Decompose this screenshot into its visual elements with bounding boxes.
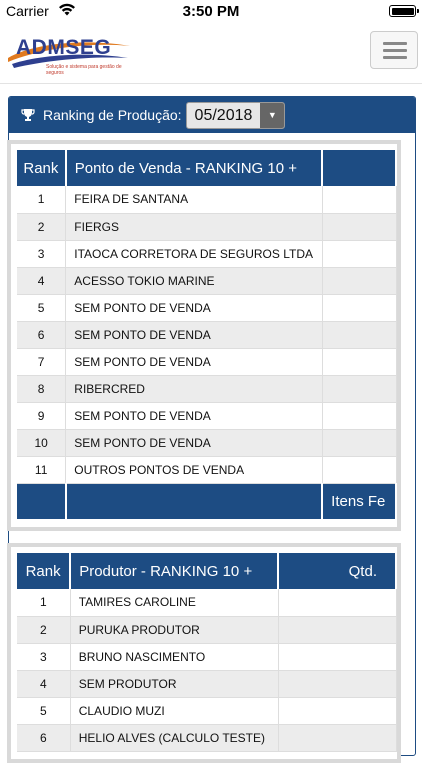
table-row[interactable]: 4 ACESSO TOKIO MARINE xyxy=(17,267,397,295)
name-cell: BRUNO NASCIMENTO xyxy=(70,643,279,671)
col-header-produtor[interactable]: Produtor - RANKING 10 + xyxy=(70,553,280,589)
panel-header: Ranking de Produção: 05/2018 ▼ xyxy=(9,97,415,133)
admseg-logo[interactable]: ADMSEG Solução e sistema para gestão de … xyxy=(2,24,134,80)
table-row[interactable]: 11 OUTROS PONTOS DE VENDA xyxy=(17,456,397,484)
value-cell xyxy=(322,294,397,322)
battery-icon xyxy=(389,5,419,17)
value-cell xyxy=(322,429,397,457)
value-cell xyxy=(278,697,397,725)
value-cell xyxy=(322,186,397,214)
rank-cell: 8 xyxy=(17,375,67,403)
col-header-ponto-de-venda[interactable]: Ponto de Venda - RANKING 10 + xyxy=(65,150,324,186)
rank-cell: 1 xyxy=(17,186,67,214)
table-row[interactable]: 2 FIERGS xyxy=(17,213,397,241)
name-cell: TAMIRES CAROLINE xyxy=(70,589,279,617)
top-navbar: ADMSEG Solução e sistema para gestão de … xyxy=(0,22,422,84)
value-cell xyxy=(278,670,397,698)
rank-cell: 1 xyxy=(17,589,71,617)
rank-cell: 11 xyxy=(17,456,67,484)
table-row[interactable]: 7 SEM PONTO DE VENDA xyxy=(17,348,397,376)
footer-cell: Itens Fe xyxy=(322,483,397,519)
table-row[interactable]: 10 SEM PONTO DE VENDA xyxy=(17,429,397,457)
table-row[interactable]: 3 ITAOCA CORRETORA DE SEGUROS LTDA xyxy=(17,240,397,268)
footer-cell xyxy=(17,483,67,519)
col-header-rank[interactable]: Rank xyxy=(17,553,72,589)
value-cell xyxy=(278,643,397,671)
name-cell: OUTROS PONTOS DE VENDA xyxy=(65,456,323,484)
name-cell: RIBERCRED xyxy=(65,375,323,403)
col-header-qtd[interactable]: Qtd. xyxy=(278,553,397,589)
rank-cell: 4 xyxy=(17,670,71,698)
period-value: 05/2018 xyxy=(194,106,253,124)
table-row[interactable]: 9 SEM PONTO DE VENDA xyxy=(17,402,397,430)
logo-text: ADMSEG xyxy=(16,36,112,59)
ponto-de-venda-ranking: Rank Ponto de Venda - RANKING 10 + 1 FEIR… xyxy=(7,140,401,531)
rank-cell: 6 xyxy=(17,724,71,752)
rank-cell: 6 xyxy=(17,321,67,349)
name-cell: SEM PONTO DE VENDA xyxy=(65,402,323,430)
value-cell xyxy=(322,321,397,349)
panel-title: Ranking de Produção: xyxy=(43,107,182,123)
trophy-icon xyxy=(21,109,35,121)
table-row[interactable]: 8 RIBERCRED xyxy=(17,375,397,403)
period-select[interactable]: 05/2018 ▼ xyxy=(185,101,286,129)
rank-cell: 5 xyxy=(17,697,71,725)
rank-cell: 2 xyxy=(17,616,71,644)
rank-cell: 3 xyxy=(17,643,71,671)
name-cell: FEIRA DE SANTANA xyxy=(65,186,323,214)
table-row[interactable]: 6 SEM PONTO DE VENDA xyxy=(17,321,397,349)
logo-tagline: Solução e sistema para gestão de seguros xyxy=(46,64,122,76)
name-cell: CLAUDIO MUZI xyxy=(70,697,279,725)
rank-cell: 5 xyxy=(17,294,67,322)
rank-cell: 2 xyxy=(17,213,67,241)
table-row[interactable]: 3 BRUNO NASCIMENTO xyxy=(17,643,397,671)
name-cell: HELIO ALVES (CALCULO TESTE) xyxy=(70,724,279,752)
rank-cell: 9 xyxy=(17,402,67,430)
produtor-table: Rank Produtor - RANKING 10 + Qtd. 1 TAMIR… xyxy=(17,553,397,752)
table-row[interactable]: 5 SEM PONTO DE VENDA xyxy=(17,294,397,322)
value-cell xyxy=(278,589,397,617)
rank-cell: 3 xyxy=(17,240,67,268)
table-row[interactable]: 1 TAMIRES CAROLINE xyxy=(17,589,397,617)
value-cell xyxy=(322,240,397,268)
value-cell xyxy=(322,213,397,241)
table-footer-row: Itens Fe xyxy=(17,483,397,519)
table-row[interactable]: 5 CLAUDIO MUZI xyxy=(17,697,397,725)
value-cell xyxy=(322,375,397,403)
clock: 3:50 PM xyxy=(182,3,240,20)
name-cell: SEM PONTO DE VENDA xyxy=(65,429,323,457)
menu-bar-icon xyxy=(383,56,407,59)
value-cell xyxy=(322,267,397,295)
status-bar: Carrier 3:50 PM xyxy=(0,0,422,22)
rank-cell: 10 xyxy=(17,429,67,457)
name-cell: SEM PONTO DE VENDA xyxy=(65,321,323,349)
col-header-rank[interactable]: Rank xyxy=(17,150,67,186)
menu-bar-icon xyxy=(383,49,407,52)
rank-cell: 4 xyxy=(17,267,67,295)
value-cell xyxy=(322,402,397,430)
name-cell: FIERGS xyxy=(65,213,323,241)
value-cell xyxy=(322,456,397,484)
name-cell: SEM PRODUTOR xyxy=(70,670,279,698)
produtor-ranking: Rank Produtor - RANKING 10 + Qtd. 1 TAMIR… xyxy=(7,543,401,763)
footer-cell xyxy=(65,483,324,519)
table-row[interactable]: 4 SEM PRODUTOR xyxy=(17,670,397,698)
ponto-de-venda-table: Rank Ponto de Venda - RANKING 10 + 1 FEIR… xyxy=(17,150,397,519)
table-row[interactable]: 6 HELIO ALVES (CALCULO TESTE) xyxy=(17,724,397,752)
name-cell: ITAOCA CORRETORA DE SEGUROS LTDA xyxy=(65,240,323,268)
name-cell: PURUKA PRODUTOR xyxy=(70,616,279,644)
table-row[interactable]: 1 FEIRA DE SANTANA xyxy=(17,186,397,214)
name-cell: SEM PONTO DE VENDA xyxy=(65,294,323,322)
table-row[interactable]: 2 PURUKA PRODUTOR xyxy=(17,616,397,644)
value-cell xyxy=(322,348,397,376)
value-cell xyxy=(278,724,397,752)
value-cell xyxy=(278,616,397,644)
name-cell: ACESSO TOKIO MARINE xyxy=(65,267,323,295)
dropdown-arrow-icon: ▼ xyxy=(260,102,285,128)
rank-cell: 7 xyxy=(17,348,67,376)
hamburger-menu-button[interactable] xyxy=(370,31,418,69)
col-header-extra[interactable] xyxy=(322,150,397,186)
menu-bar-icon xyxy=(383,42,407,45)
name-cell: SEM PONTO DE VENDA xyxy=(65,348,323,376)
